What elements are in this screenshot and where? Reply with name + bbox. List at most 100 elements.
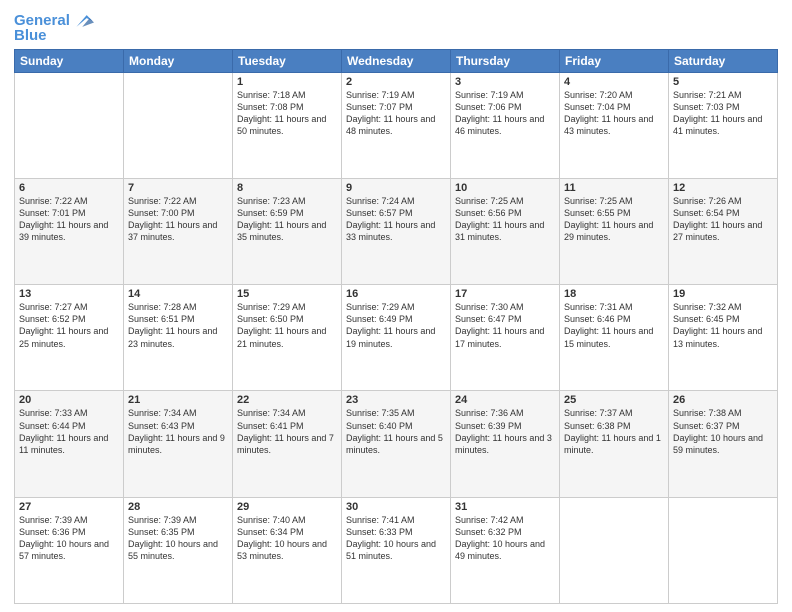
calendar-cell: 25Sunrise: 7:37 AM Sunset: 6:38 PM Dayli… bbox=[560, 391, 669, 497]
calendar-week-5: 27Sunrise: 7:39 AM Sunset: 6:36 PM Dayli… bbox=[15, 497, 778, 603]
day-info: Sunrise: 7:27 AM Sunset: 6:52 PM Dayligh… bbox=[19, 301, 119, 350]
day-info: Sunrise: 7:19 AM Sunset: 7:07 PM Dayligh… bbox=[346, 89, 446, 138]
day-number: 20 bbox=[19, 394, 119, 406]
page: General Blue Sunday Monday Tuesday We bbox=[0, 0, 792, 612]
day-number: 25 bbox=[564, 394, 664, 406]
day-number: 16 bbox=[346, 288, 446, 300]
calendar-cell: 19Sunrise: 7:32 AM Sunset: 6:45 PM Dayli… bbox=[669, 285, 778, 391]
day-info: Sunrise: 7:37 AM Sunset: 6:38 PM Dayligh… bbox=[564, 407, 664, 456]
day-number: 22 bbox=[237, 394, 337, 406]
calendar-cell: 3Sunrise: 7:19 AM Sunset: 7:06 PM Daylig… bbox=[451, 72, 560, 178]
calendar-cell: 29Sunrise: 7:40 AM Sunset: 6:34 PM Dayli… bbox=[233, 497, 342, 603]
col-sunday: Sunday bbox=[15, 49, 124, 72]
calendar-cell: 2Sunrise: 7:19 AM Sunset: 7:07 PM Daylig… bbox=[342, 72, 451, 178]
calendar-cell: 14Sunrise: 7:28 AM Sunset: 6:51 PM Dayli… bbox=[124, 285, 233, 391]
day-info: Sunrise: 7:42 AM Sunset: 6:32 PM Dayligh… bbox=[455, 514, 555, 563]
day-info: Sunrise: 7:39 AM Sunset: 6:36 PM Dayligh… bbox=[19, 514, 119, 563]
calendar-week-3: 13Sunrise: 7:27 AM Sunset: 6:52 PM Dayli… bbox=[15, 285, 778, 391]
day-number: 4 bbox=[564, 76, 664, 88]
day-number: 14 bbox=[128, 288, 228, 300]
calendar-cell: 13Sunrise: 7:27 AM Sunset: 6:52 PM Dayli… bbox=[15, 285, 124, 391]
day-number: 3 bbox=[455, 76, 555, 88]
calendar-cell: 21Sunrise: 7:34 AM Sunset: 6:43 PM Dayli… bbox=[124, 391, 233, 497]
calendar-cell: 6Sunrise: 7:22 AM Sunset: 7:01 PM Daylig… bbox=[15, 178, 124, 284]
day-info: Sunrise: 7:33 AM Sunset: 6:44 PM Dayligh… bbox=[19, 407, 119, 456]
logo-text2: Blue bbox=[14, 28, 47, 45]
logo-icon bbox=[72, 10, 94, 32]
day-info: Sunrise: 7:25 AM Sunset: 6:55 PM Dayligh… bbox=[564, 195, 664, 244]
day-info: Sunrise: 7:34 AM Sunset: 6:41 PM Dayligh… bbox=[237, 407, 337, 456]
day-info: Sunrise: 7:40 AM Sunset: 6:34 PM Dayligh… bbox=[237, 514, 337, 563]
col-saturday: Saturday bbox=[669, 49, 778, 72]
day-info: Sunrise: 7:41 AM Sunset: 6:33 PM Dayligh… bbox=[346, 514, 446, 563]
calendar-cell: 15Sunrise: 7:29 AM Sunset: 6:50 PM Dayli… bbox=[233, 285, 342, 391]
day-number: 11 bbox=[564, 182, 664, 194]
day-info: Sunrise: 7:25 AM Sunset: 6:56 PM Dayligh… bbox=[455, 195, 555, 244]
day-number: 5 bbox=[673, 76, 773, 88]
calendar-cell bbox=[124, 72, 233, 178]
calendar-cell bbox=[560, 497, 669, 603]
day-number: 17 bbox=[455, 288, 555, 300]
day-info: Sunrise: 7:18 AM Sunset: 7:08 PM Dayligh… bbox=[237, 89, 337, 138]
header: General Blue bbox=[14, 10, 778, 45]
day-number: 31 bbox=[455, 501, 555, 513]
day-number: 12 bbox=[673, 182, 773, 194]
day-number: 23 bbox=[346, 394, 446, 406]
calendar-cell: 24Sunrise: 7:36 AM Sunset: 6:39 PM Dayli… bbox=[451, 391, 560, 497]
day-number: 30 bbox=[346, 501, 446, 513]
calendar-cell: 9Sunrise: 7:24 AM Sunset: 6:57 PM Daylig… bbox=[342, 178, 451, 284]
col-friday: Friday bbox=[560, 49, 669, 72]
calendar-cell: 27Sunrise: 7:39 AM Sunset: 6:36 PM Dayli… bbox=[15, 497, 124, 603]
calendar-cell: 28Sunrise: 7:39 AM Sunset: 6:35 PM Dayli… bbox=[124, 497, 233, 603]
day-info: Sunrise: 7:29 AM Sunset: 6:50 PM Dayligh… bbox=[237, 301, 337, 350]
day-number: 18 bbox=[564, 288, 664, 300]
day-info: Sunrise: 7:31 AM Sunset: 6:46 PM Dayligh… bbox=[564, 301, 664, 350]
calendar-week-2: 6Sunrise: 7:22 AM Sunset: 7:01 PM Daylig… bbox=[15, 178, 778, 284]
calendar-cell: 17Sunrise: 7:30 AM Sunset: 6:47 PM Dayli… bbox=[451, 285, 560, 391]
day-info: Sunrise: 7:22 AM Sunset: 7:00 PM Dayligh… bbox=[128, 195, 228, 244]
col-tuesday: Tuesday bbox=[233, 49, 342, 72]
day-info: Sunrise: 7:21 AM Sunset: 7:03 PM Dayligh… bbox=[673, 89, 773, 138]
calendar-cell: 16Sunrise: 7:29 AM Sunset: 6:49 PM Dayli… bbox=[342, 285, 451, 391]
day-info: Sunrise: 7:34 AM Sunset: 6:43 PM Dayligh… bbox=[128, 407, 228, 456]
day-info: Sunrise: 7:23 AM Sunset: 6:59 PM Dayligh… bbox=[237, 195, 337, 244]
day-info: Sunrise: 7:28 AM Sunset: 6:51 PM Dayligh… bbox=[128, 301, 228, 350]
day-info: Sunrise: 7:20 AM Sunset: 7:04 PM Dayligh… bbox=[564, 89, 664, 138]
day-info: Sunrise: 7:22 AM Sunset: 7:01 PM Dayligh… bbox=[19, 195, 119, 244]
calendar-table: Sunday Monday Tuesday Wednesday Thursday… bbox=[14, 49, 778, 605]
day-info: Sunrise: 7:36 AM Sunset: 6:39 PM Dayligh… bbox=[455, 407, 555, 456]
day-number: 21 bbox=[128, 394, 228, 406]
day-info: Sunrise: 7:24 AM Sunset: 6:57 PM Dayligh… bbox=[346, 195, 446, 244]
calendar-cell: 10Sunrise: 7:25 AM Sunset: 6:56 PM Dayli… bbox=[451, 178, 560, 284]
day-info: Sunrise: 7:39 AM Sunset: 6:35 PM Dayligh… bbox=[128, 514, 228, 563]
day-number: 19 bbox=[673, 288, 773, 300]
calendar-cell: 5Sunrise: 7:21 AM Sunset: 7:03 PM Daylig… bbox=[669, 72, 778, 178]
calendar-cell: 12Sunrise: 7:26 AM Sunset: 6:54 PM Dayli… bbox=[669, 178, 778, 284]
day-number: 27 bbox=[19, 501, 119, 513]
day-number: 26 bbox=[673, 394, 773, 406]
day-number: 2 bbox=[346, 76, 446, 88]
calendar-cell: 11Sunrise: 7:25 AM Sunset: 6:55 PM Dayli… bbox=[560, 178, 669, 284]
calendar-cell: 4Sunrise: 7:20 AM Sunset: 7:04 PM Daylig… bbox=[560, 72, 669, 178]
day-info: Sunrise: 7:26 AM Sunset: 6:54 PM Dayligh… bbox=[673, 195, 773, 244]
calendar-week-4: 20Sunrise: 7:33 AM Sunset: 6:44 PM Dayli… bbox=[15, 391, 778, 497]
calendar-week-1: 1Sunrise: 7:18 AM Sunset: 7:08 PM Daylig… bbox=[15, 72, 778, 178]
day-info: Sunrise: 7:32 AM Sunset: 6:45 PM Dayligh… bbox=[673, 301, 773, 350]
calendar-cell: 7Sunrise: 7:22 AM Sunset: 7:00 PM Daylig… bbox=[124, 178, 233, 284]
calendar-cell: 23Sunrise: 7:35 AM Sunset: 6:40 PM Dayli… bbox=[342, 391, 451, 497]
day-number: 9 bbox=[346, 182, 446, 194]
day-info: Sunrise: 7:35 AM Sunset: 6:40 PM Dayligh… bbox=[346, 407, 446, 456]
day-number: 7 bbox=[128, 182, 228, 194]
calendar-cell: 26Sunrise: 7:38 AM Sunset: 6:37 PM Dayli… bbox=[669, 391, 778, 497]
calendar-cell: 20Sunrise: 7:33 AM Sunset: 6:44 PM Dayli… bbox=[15, 391, 124, 497]
col-wednesday: Wednesday bbox=[342, 49, 451, 72]
day-info: Sunrise: 7:29 AM Sunset: 6:49 PM Dayligh… bbox=[346, 301, 446, 350]
day-number: 24 bbox=[455, 394, 555, 406]
day-number: 13 bbox=[19, 288, 119, 300]
col-monday: Monday bbox=[124, 49, 233, 72]
day-number: 29 bbox=[237, 501, 337, 513]
calendar-cell: 8Sunrise: 7:23 AM Sunset: 6:59 PM Daylig… bbox=[233, 178, 342, 284]
day-info: Sunrise: 7:30 AM Sunset: 6:47 PM Dayligh… bbox=[455, 301, 555, 350]
day-number: 28 bbox=[128, 501, 228, 513]
calendar-cell: 30Sunrise: 7:41 AM Sunset: 6:33 PM Dayli… bbox=[342, 497, 451, 603]
